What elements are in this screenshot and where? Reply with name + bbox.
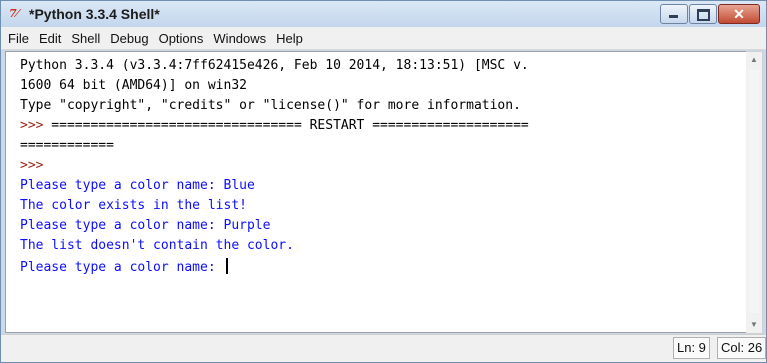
title-bar[interactable]: 7⁄ *Python 3.3.4 Shell* ✕ (1, 1, 766, 27)
menu-shell[interactable]: Shell (71, 31, 100, 46)
window-controls: ✕ (659, 4, 760, 24)
shell-line-prompt: >>> (20, 158, 43, 174)
shell-output-line: The list doesn't contain the color. (20, 238, 294, 253)
shell-input-line[interactable]: Please type a color name: (20, 258, 228, 276)
window-title: *Python 3.3.4 Shell* (29, 6, 160, 22)
menu-windows[interactable]: Windows (213, 31, 266, 46)
scroll-down-icon[interactable]: ▼ (746, 317, 762, 333)
minimize-icon (669, 15, 678, 18)
shell-output-line: The color exists in the list! (20, 198, 247, 213)
menu-options[interactable]: Options (159, 31, 204, 46)
menu-help[interactable]: Help (276, 31, 303, 46)
shell-output-line: Please type a color name: Blue (20, 178, 255, 193)
minimize-button[interactable] (660, 4, 688, 24)
vertical-scrollbar[interactable]: ▲ ▼ (746, 51, 763, 334)
maximize-icon (697, 9, 710, 21)
close-button[interactable]: ✕ (718, 4, 760, 24)
close-icon: ✕ (733, 6, 745, 22)
scrollbar-track[interactable] (749, 70, 759, 313)
shell-output-line: Please type a color name: Purple (20, 218, 271, 233)
text-cursor (225, 258, 228, 274)
idle-shell-window: 7⁄ *Python 3.3.4 Shell* ✕ File Edit Shel… (0, 0, 767, 363)
menu-edit[interactable]: Edit (39, 31, 61, 46)
menu-file[interactable]: File (8, 31, 29, 46)
status-line-number: Ln: 9 (673, 337, 710, 359)
shell-prompt: >>> (20, 158, 44, 173)
python-idle-icon[interactable]: 7⁄ (9, 7, 27, 21)
status-column-number: Col: 26 (717, 337, 766, 359)
shell-prompt: >>> (20, 118, 44, 133)
shell-line-info: Type "copyright", "credits" or "license(… (20, 98, 521, 113)
shell-text-area[interactable]: Python 3.3.4 (v3.3.4:7ff62415e426, Feb 1… (5, 51, 747, 333)
menu-debug[interactable]: Debug (110, 31, 148, 46)
shell-line-restart-cont: ============ (20, 138, 114, 153)
scroll-up-icon[interactable]: ▲ (746, 52, 762, 68)
status-bar: Ln: 9 Col: 26 (1, 334, 766, 362)
maximize-button[interactable] (689, 4, 717, 24)
shell-line-version: Python 3.3.4 (v3.3.4:7ff62415e426, Feb 1… (20, 58, 529, 73)
shell-line-restart: >>> ================================ RES… (20, 118, 529, 133)
menu-bar: File Edit Shell Debug Options Windows He… (1, 27, 766, 50)
shell-line-platform: 1600 64 bit (AMD64)] on win32 (20, 78, 247, 93)
